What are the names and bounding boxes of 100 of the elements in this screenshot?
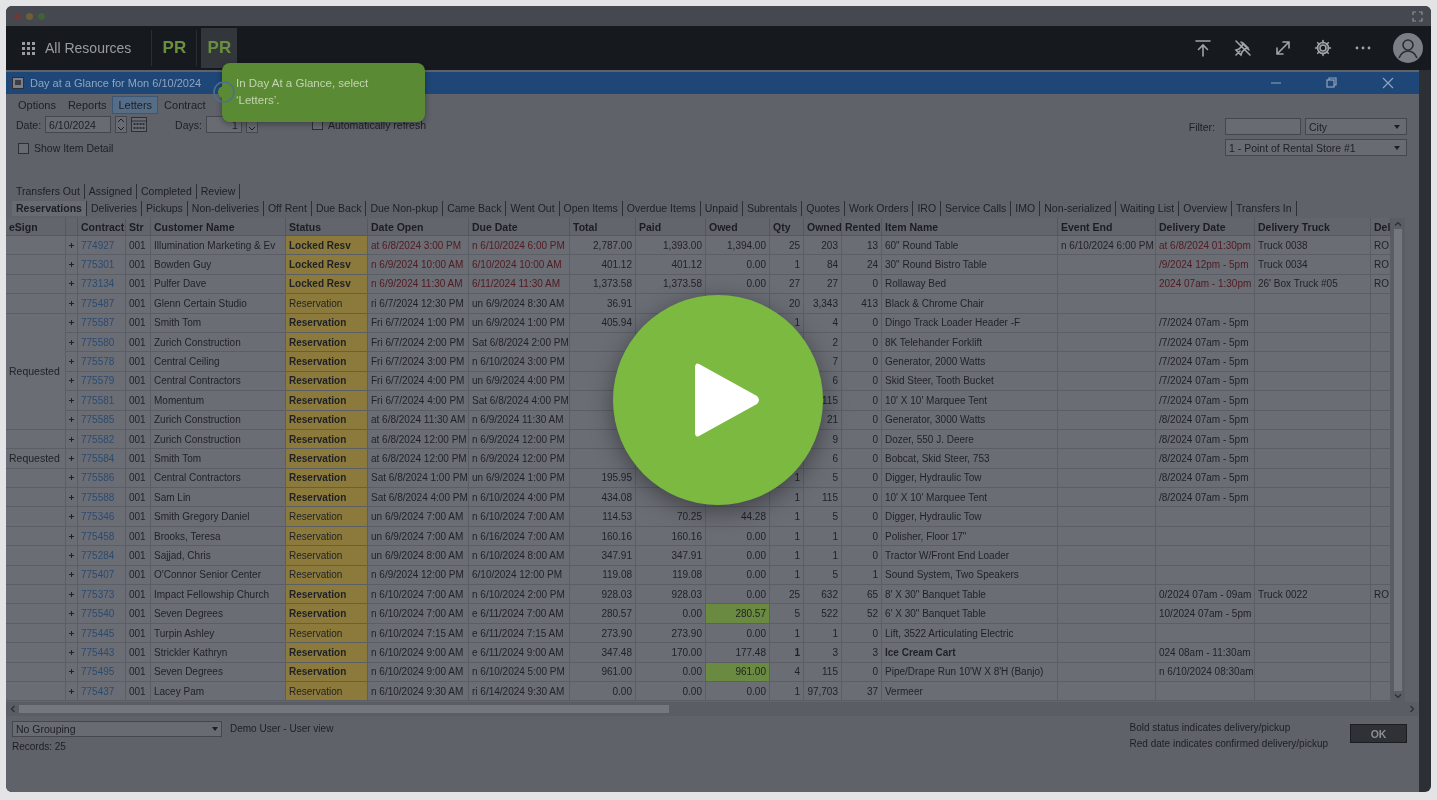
scroll-right-icon[interactable]: [1410, 705, 1415, 713]
tab[interactable]: Transfers Out: [12, 183, 85, 199]
contract-link[interactable]: 775284: [81, 549, 115, 561]
plus-icon[interactable]: [69, 242, 74, 248]
column-header[interactable]: Contract: [78, 218, 126, 236]
window-dot-icon[interactable]: [14, 12, 21, 20]
dropdown[interactable]: 1 - Point of Rental Store #1: [1225, 139, 1407, 156]
menu-item[interactable]: Reports: [61, 96, 113, 114]
column-header[interactable]: Qty: [770, 218, 804, 236]
scroll-down-icon[interactable]: [1394, 694, 1402, 699]
pin-off-icon[interactable]: [1234, 39, 1252, 57]
tab[interactable]: Unpaid: [700, 200, 743, 216]
plus-icon[interactable]: [69, 688, 74, 694]
plus-icon[interactable]: [69, 649, 74, 655]
contract-link[interactable]: 775540: [81, 608, 115, 620]
tab[interactable]: Deliveries: [86, 200, 143, 216]
tab[interactable]: Non-serialized: [1040, 200, 1117, 216]
tab[interactable]: Assigned: [84, 183, 137, 199]
column-header[interactable]: Rented: [842, 218, 882, 236]
dropdown[interactable]: City: [1305, 118, 1407, 135]
expand-icon[interactable]: [1274, 39, 1292, 57]
plus-icon[interactable]: [69, 456, 74, 461]
spinner-icon[interactable]: [115, 116, 128, 133]
menu-item[interactable]: Contract: [158, 96, 212, 114]
column-header[interactable]: Date Open: [368, 218, 469, 236]
contract-link[interactable]: 775487: [81, 297, 115, 309]
tab[interactable]: Overdue Items: [622, 200, 701, 216]
tab[interactable]: Completed: [137, 183, 197, 199]
grid-menu-icon[interactable]: [22, 41, 35, 55]
tab[interactable]: IRO: [913, 200, 942, 216]
window-dot-icon[interactable]: [26, 12, 33, 20]
tab[interactable]: Overview: [1179, 200, 1232, 216]
tab[interactable]: Review: [196, 183, 241, 199]
plus-icon[interactable]: [69, 611, 74, 617]
contract-link[interactable]: 775373: [81, 588, 115, 600]
grouping-dropdown[interactable]: No Grouping: [12, 721, 222, 737]
avatar-icon[interactable]: [1393, 33, 1423, 63]
ok-button[interactable]: OK: [1350, 724, 1407, 743]
menu-item[interactable]: Options: [12, 96, 62, 114]
contract-link[interactable]: 775445: [81, 627, 115, 639]
column-header[interactable]: Item Name: [882, 218, 1058, 236]
plus-icon[interactable]: [69, 300, 74, 306]
plus-icon[interactable]: [69, 397, 74, 403]
plus-icon[interactable]: [69, 572, 74, 578]
tab[interactable]: Service Calls: [941, 200, 1012, 216]
contract-link[interactable]: 775578: [81, 356, 115, 368]
plus-icon[interactable]: [69, 552, 74, 558]
column-header[interactable]: eSign: [6, 218, 66, 236]
plus-icon[interactable]: [69, 533, 74, 539]
menu-item[interactable]: Letters: [112, 96, 159, 114]
tab[interactable]: Transfers In: [1232, 200, 1297, 216]
plus-icon[interactable]: [69, 591, 74, 597]
plus-icon[interactable]: [69, 378, 74, 384]
column-header[interactable]: Owned: [804, 218, 842, 236]
contract-link[interactable]: 775443: [81, 646, 115, 658]
tab[interactable]: Due Non-pkup: [366, 200, 444, 216]
column-header[interactable]: Str: [126, 218, 151, 236]
plus-icon[interactable]: [69, 669, 74, 675]
tab[interactable]: Came Back: [443, 200, 507, 216]
hotspot-beacon-icon[interactable]: [213, 81, 235, 103]
tab[interactable]: Open Items: [559, 200, 623, 216]
scrollbar-thumb[interactable]: [19, 705, 669, 713]
plus-icon[interactable]: [69, 320, 74, 326]
tab[interactable]: Waiting List: [1116, 200, 1180, 216]
calendar-icon[interactable]: [131, 117, 148, 132]
contract-link[interactable]: 775495: [81, 666, 115, 678]
upload-icon[interactable]: [1194, 39, 1212, 57]
plus-icon[interactable]: [69, 262, 74, 268]
contract-link[interactable]: 775582: [81, 433, 115, 445]
contract-link[interactable]: 775301: [81, 259, 115, 271]
column-header[interactable]: Del: [1371, 218, 1391, 236]
contract-link[interactable]: 775458: [81, 530, 115, 542]
contract-link[interactable]: 775437: [81, 685, 115, 697]
window-dot-icon[interactable]: [38, 12, 45, 20]
contract-link[interactable]: 775407: [81, 569, 115, 581]
column-header[interactable]: Delivery Truck: [1255, 218, 1371, 236]
column-header[interactable]: Due Date: [469, 218, 570, 236]
contract-link[interactable]: 773134: [81, 278, 115, 290]
plus-icon[interactable]: [69, 514, 74, 520]
contract-link[interactable]: 775588: [81, 491, 115, 503]
plus-icon[interactable]: [69, 436, 74, 442]
app-logo-button[interactable]: PR: [201, 28, 238, 68]
app-logo-button[interactable]: PR: [156, 28, 193, 68]
column-header[interactable]: Customer Name: [151, 218, 286, 236]
tab[interactable]: Non-deliveries: [187, 200, 264, 216]
plus-icon[interactable]: [69, 494, 74, 500]
tab[interactable]: Reservations: [12, 200, 87, 216]
filter-field[interactable]: [1225, 118, 1301, 135]
close-icon[interactable]: [1382, 77, 1394, 89]
column-header[interactable]: Status: [286, 218, 368, 236]
restore-icon[interactable]: [1326, 77, 1338, 89]
plus-icon[interactable]: [69, 417, 74, 423]
scrollbar-thumb[interactable]: [1394, 229, 1402, 691]
plus-icon[interactable]: [69, 359, 74, 365]
checkbox[interactable]: [18, 142, 29, 154]
settings-icon[interactable]: [1314, 39, 1332, 57]
date-field[interactable]: 6/10/2024: [45, 116, 112, 133]
scroll-left-icon[interactable]: [10, 705, 15, 713]
column-header[interactable]: Paid: [636, 218, 706, 236]
tab[interactable]: Due Back: [311, 200, 367, 216]
